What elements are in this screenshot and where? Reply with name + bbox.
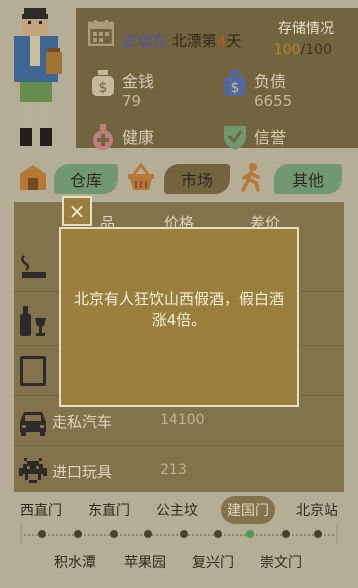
- close-button[interactable]: ×: [62, 196, 92, 226]
- news-dialog: 北京有人狂饮山西假酒，假白酒涨4倍。: [59, 227, 299, 407]
- news-message: 北京有人狂饮山西假酒，假白酒涨4倍。: [73, 290, 284, 329]
